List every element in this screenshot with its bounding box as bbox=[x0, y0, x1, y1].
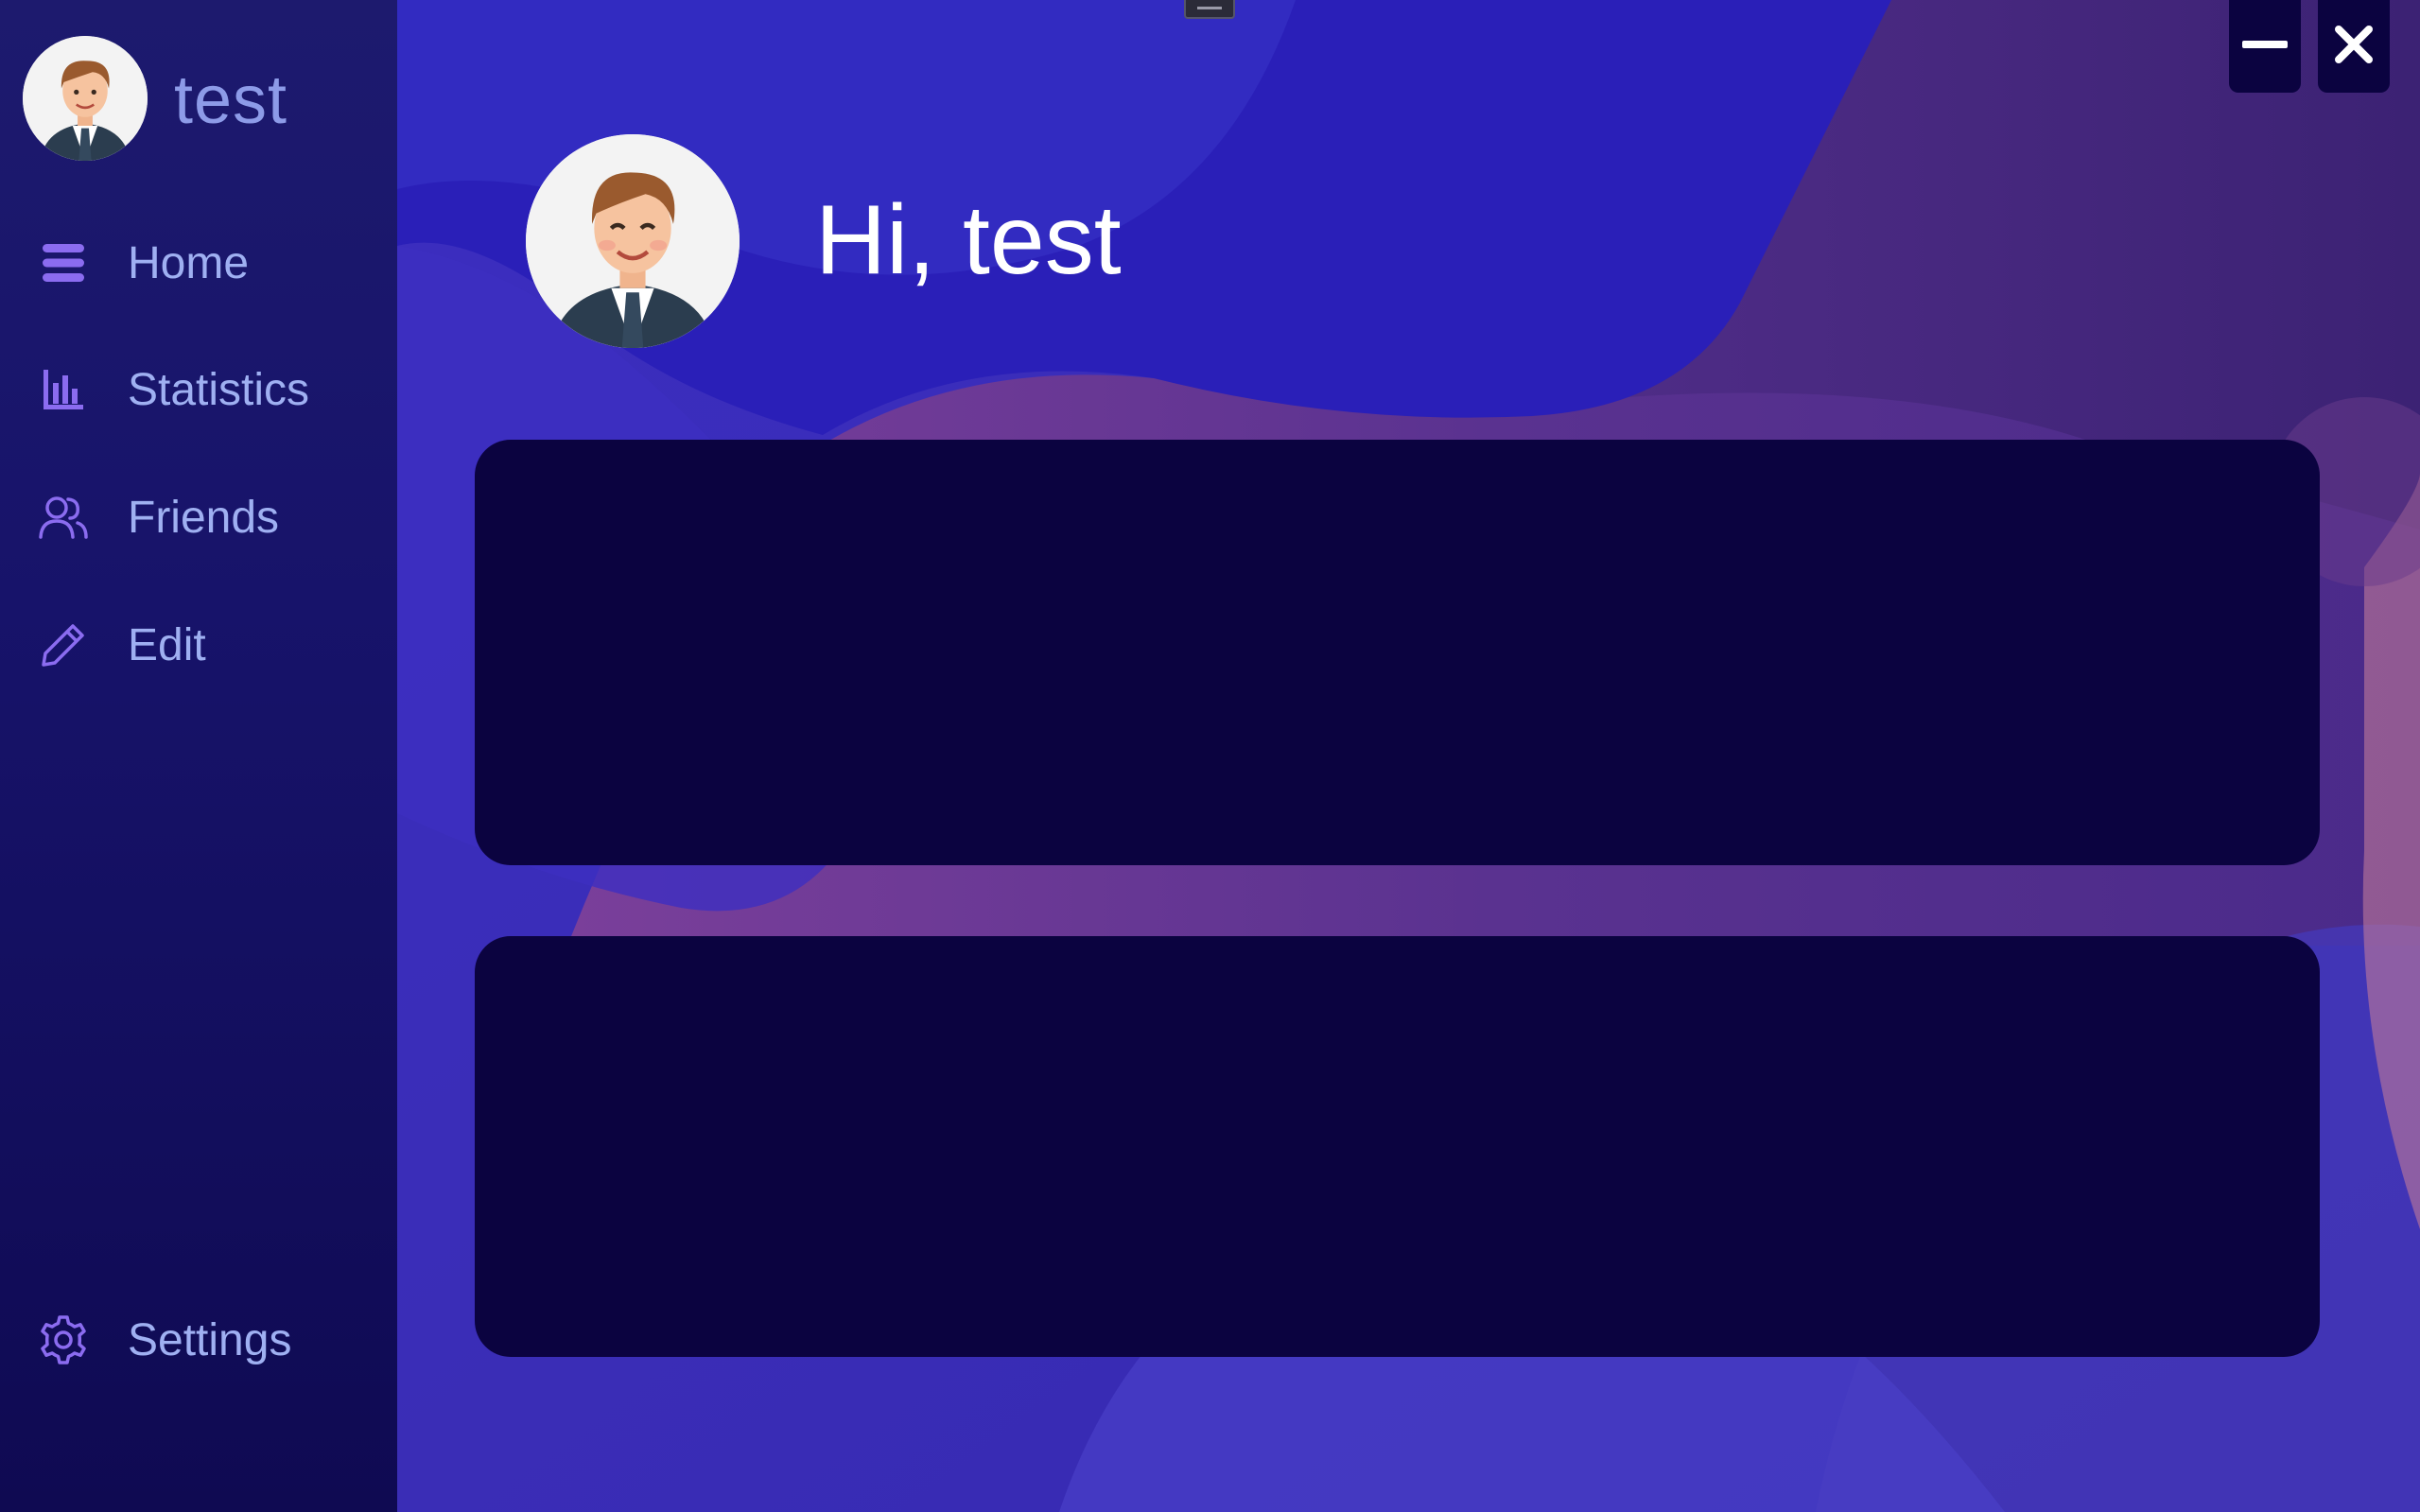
sidebar-item-settings[interactable]: Settings bbox=[0, 1288, 397, 1392]
content-panel-2 bbox=[475, 936, 2320, 1357]
sidebar-item-label: Edit bbox=[128, 619, 206, 670]
greeting-avatar[interactable] bbox=[526, 134, 740, 348]
content-panel-1 bbox=[475, 440, 2320, 865]
bar-chart-icon bbox=[36, 362, 91, 417]
close-button[interactable] bbox=[2318, 0, 2390, 93]
gear-icon bbox=[36, 1312, 91, 1367]
sidebar-item-label: Statistics bbox=[128, 364, 310, 415]
sidebar: test Home Statistics Friends Edit Settin… bbox=[0, 0, 397, 1512]
pencil-icon bbox=[36, 617, 91, 672]
sidebar-item-label: Friends bbox=[128, 492, 280, 543]
sidebar-item-edit[interactable]: Edit bbox=[0, 593, 397, 697]
minimize-icon bbox=[2242, 38, 2288, 55]
avatar-portrait-icon bbox=[23, 36, 148, 161]
sidebar-item-statistics[interactable]: Statistics bbox=[0, 338, 397, 442]
sidebar-avatar[interactable] bbox=[23, 36, 148, 161]
window-drag-handle[interactable] bbox=[1184, 0, 1235, 19]
sidebar-item-label: Home bbox=[128, 237, 250, 288]
avatar-portrait-icon bbox=[526, 134, 740, 348]
sidebar-item-friends[interactable]: Friends bbox=[0, 465, 397, 569]
main-content: Hi, test bbox=[397, 0, 2420, 1512]
menu-icon bbox=[36, 235, 91, 290]
users-icon bbox=[36, 490, 91, 545]
sidebar-item-label: Settings bbox=[128, 1314, 292, 1365]
app-window: test Home Statistics Friends Edit Settin… bbox=[0, 0, 2420, 1512]
sidebar-item-home[interactable]: Home bbox=[0, 211, 397, 315]
close-icon bbox=[2333, 24, 2375, 70]
sidebar-username: test bbox=[174, 62, 288, 138]
greeting-title: Hi, test bbox=[815, 185, 1122, 295]
minimize-button[interactable] bbox=[2229, 0, 2301, 93]
